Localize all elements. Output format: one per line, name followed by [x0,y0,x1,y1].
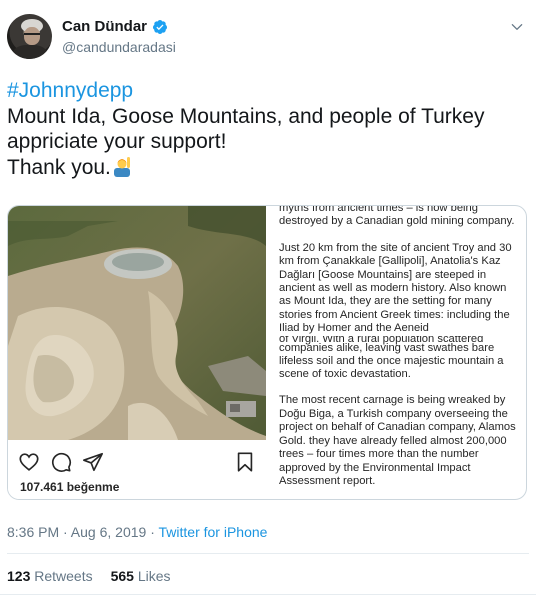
article-paragraph: The most recent carnage is being wreaked… [279,394,516,487]
tweet-line: appriciate your support! [7,130,227,153]
article-overlap-lines: of Virgil. With a rural population scatt… [279,336,519,362]
author-name-row[interactable]: Can Dündar [62,18,168,35]
display-name[interactable]: Can Dündar [62,18,147,35]
heart-icon[interactable] [18,451,40,473]
hashtag-link[interactable]: #Johnnydepp [7,78,527,104]
embedded-instagram-image[interactable]: 107.461 beğenme myths from ancient times… [7,205,527,500]
timestamp-text[interactable]: 8:36 PM · Aug 6, 2019 · [7,524,159,540]
likes-stat[interactable]: 565 Likes [111,568,171,584]
avatar[interactable] [7,14,52,59]
verified-badge-icon [153,19,168,34]
instagram-action-bar: 107.461 beğenme [8,440,266,499]
article-text: companies alike, leaving vast swathes ba… [279,341,495,354]
tweet-stats: 123 Retweets 565 Likes [7,568,171,584]
tweet-line: Thank you. [7,155,527,181]
likes-count: 107.461 beğenme [20,480,120,494]
likes-label: Likes [137,568,171,584]
tweet-line-text: Thank you. [7,155,111,179]
mine-aerial-photo [8,206,266,440]
likes-stat-count: 565 [110,568,134,584]
divider [7,553,529,554]
source-link[interactable]: Twitter for iPhone [159,524,268,540]
article-excerpt: myths from ancient times – is now being … [279,205,519,499]
chevron-down-icon[interactable] [510,20,524,34]
article-text: Just 20 km from the site of ancient Troy… [279,241,512,335]
article-paragraph: myths from ancient times – is now being … [279,205,515,228]
bookmark-icon[interactable] [234,451,256,473]
tweet-header: Can Dündar @candundaradasi [0,0,536,74]
comment-icon[interactable] [50,451,72,473]
person-raising-hand-icon [113,156,130,177]
author-handle[interactable]: @candundaradasi [62,39,176,55]
article-paragraph: Just 20 km from the site of ancient Troy… [279,242,519,336]
retweets-stat[interactable]: 123 Retweets [7,568,93,584]
tweet-line: Mount Ida, Goose Mountains, and people o… [7,104,485,128]
tweet-timestamp: 8:36 PM · Aug 6, 2019 · Twitter for iPho… [7,524,267,540]
tweet-text: #Johnnydepp Mount Ida, Goose Mountains, … [7,78,527,180]
retweets-label: Retweets [34,568,93,584]
share-icon[interactable] [82,451,104,473]
retweets-count: 123 [7,568,31,584]
divider [0,594,536,595]
